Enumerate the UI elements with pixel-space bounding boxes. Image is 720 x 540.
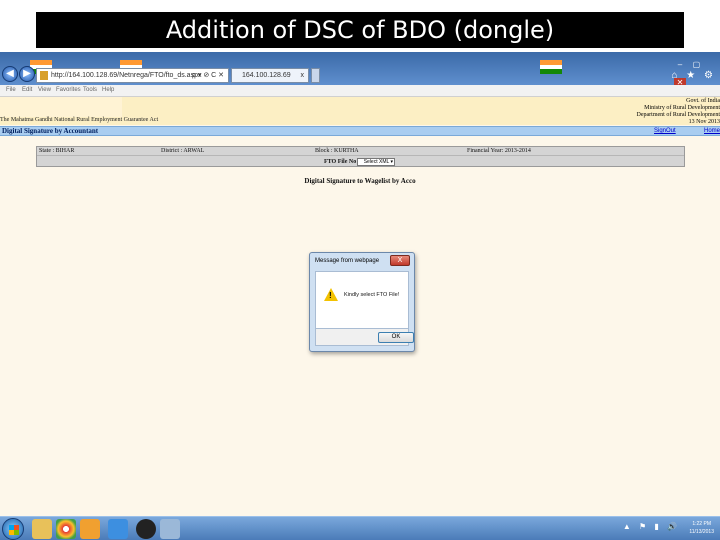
browser-tab[interactable]: 164.100.128.69 x	[231, 68, 309, 83]
internet-explorer-icon[interactable]	[108, 519, 128, 539]
toolbar-icons[interactable]: ⌂ ★ ⚙	[671, 70, 716, 81]
clock-time: 1:22 PM	[692, 521, 711, 527]
menu-file[interactable]: File	[6, 87, 16, 93]
menu-help[interactable]: Help	[102, 87, 114, 93]
block-cell: Block : KURTHA	[315, 148, 359, 154]
flag-icon	[540, 60, 562, 74]
page-icon	[40, 71, 48, 80]
page-header: Govt. of India Ministry of Rural Develop…	[0, 97, 720, 125]
paint-icon[interactable]	[160, 519, 180, 539]
govt-line: Govt. of India	[686, 98, 720, 104]
fto-row: FTO File No : Select XML	[37, 157, 684, 167]
ministry-line: Ministry of Rural Development	[644, 105, 720, 111]
fto-file-label: FTO File No :	[324, 159, 360, 165]
clock[interactable]: 1:22 PM 11/13/2013	[689, 520, 714, 536]
dialog-close-button[interactable]: X	[390, 255, 410, 266]
signout-link[interactable]: SignOut	[654, 127, 676, 136]
message-dialog: Message from webpage X ! Kindly select F…	[309, 252, 415, 352]
dialog-body: ! Kindly select FTO File!	[315, 271, 409, 329]
address-tools[interactable]: ρ ▾ ⊘ C ✕	[192, 69, 224, 82]
maximize-button[interactable]: ▢	[690, 60, 702, 69]
header-banner	[0, 97, 122, 117]
back-button[interactable]: ◀	[2, 66, 18, 82]
page-title: Digital Signature by Accountant	[2, 127, 99, 135]
dialog-footer: OK	[315, 329, 414, 346]
forward-button[interactable]: ▶	[19, 66, 35, 82]
menu-edit[interactable]: Edit	[22, 87, 32, 93]
taskbar: ▲ ⚑ ▮ 🔊 1:22 PM 11/13/2013	[0, 516, 720, 540]
header-date: 13 Nov 2013	[688, 119, 720, 125]
fto-file-select[interactable]: Select XML	[357, 158, 395, 166]
info-row: State : BIHAR District : ARWAL Block : K…	[37, 147, 684, 156]
minimize-button[interactable]: –	[674, 60, 686, 69]
ok-button[interactable]: OK	[378, 332, 414, 343]
menu-tools[interactable]: Tools	[83, 87, 97, 93]
menu-favorites[interactable]: Favorites	[56, 87, 81, 93]
browser-chrome: ◀ ▶ http://164.100.128.69/Netnrega/FTO/f…	[0, 52, 720, 87]
menu-view[interactable]: View	[38, 87, 51, 93]
section-heading: Digital Signature to Wagelist by Acco	[304, 177, 416, 185]
address-bar[interactable]: http://164.100.128.69/Netnrega/FTO/fto_d…	[36, 68, 229, 83]
page-titlebar: Digital Signature by Accountant SignOut …	[0, 126, 720, 136]
district-cell: District : ARWAL	[161, 148, 205, 154]
clock-date: 11/13/2013	[689, 529, 714, 535]
tab-title: 164.100.128.69	[242, 72, 291, 79]
ministry-info: Govt. of India Ministry of Rural Develop…	[637, 98, 720, 126]
warning-mark: !	[329, 291, 332, 300]
info-table: State : BIHAR District : ARWAL Block : K…	[36, 146, 685, 167]
tab-close-icon[interactable]: x	[301, 69, 305, 82]
slide-title: Addition of DSC of BDO (dongle)	[36, 12, 684, 48]
financial-year-cell: Financial Year: 2013-2014	[467, 148, 531, 154]
app-icon[interactable]	[136, 519, 156, 539]
act-title: The Mahatma Gandhi National Rural Employ…	[0, 117, 159, 123]
window-controls: – ▢ ✕	[674, 54, 716, 87]
dialog-message: Kindly select FTO File!	[344, 292, 400, 298]
home-link[interactable]: Home	[704, 127, 720, 136]
start-button[interactable]	[2, 518, 24, 540]
state-cell: State : BIHAR	[39, 148, 75, 154]
slide: Addition of DSC of BDO (dongle) ◀ ▶ http…	[0, 0, 720, 540]
menu-bar: File Edit View Favorites Tools Help	[0, 85, 720, 97]
chrome-icon[interactable]	[56, 519, 76, 539]
explorer-icon[interactable]	[32, 519, 52, 539]
media-player-icon[interactable]	[80, 519, 100, 539]
system-tray[interactable]: ▲ ⚑ ▮ 🔊	[623, 522, 680, 531]
address-url: http://164.100.128.69/Netnrega/FTO/fto_d…	[51, 72, 202, 79]
department-line: Department of Rural Development	[636, 112, 720, 118]
new-tab-button[interactable]	[311, 68, 320, 83]
dialog-title: Message from webpage	[315, 258, 380, 264]
browser-screenshot: ◀ ▶ http://164.100.128.69/Netnrega/FTO/f…	[0, 52, 720, 540]
